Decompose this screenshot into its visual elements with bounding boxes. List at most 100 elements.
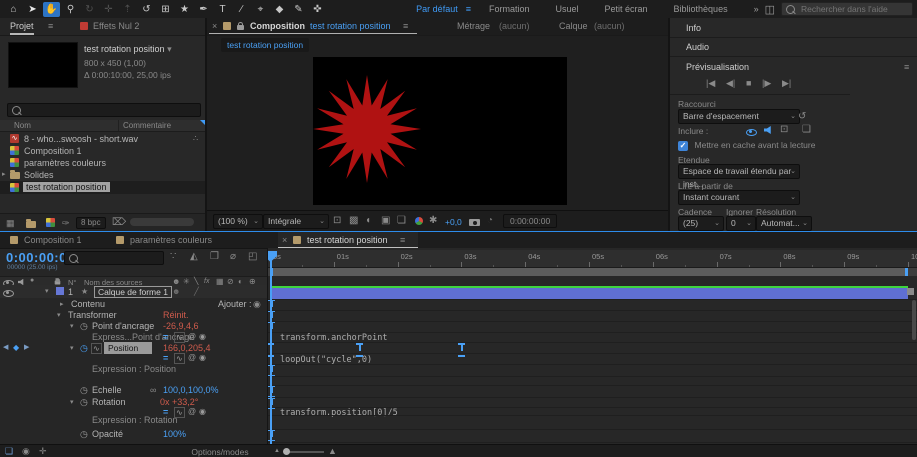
work-area-end-handle[interactable] [905, 268, 908, 276]
tab-projet[interactable]: Projet [10, 21, 34, 35]
layer-quality-icon[interactable]: ╱ [194, 287, 199, 296]
project-item-comp1[interactable]: Composition 1 [0, 145, 205, 157]
pan-behind-tool[interactable]: ⊞ [157, 2, 174, 17]
new-folder-icon[interactable] [26, 221, 36, 228]
shape-tool[interactable]: ★ [176, 2, 193, 17]
expression-rotation-label[interactable]: Expression : Rotation [92, 415, 178, 425]
transformer-label[interactable]: Transformer [68, 310, 117, 320]
timeline-zoom-track[interactable] [284, 451, 324, 453]
selection-tool[interactable]: ➤ [24, 2, 41, 17]
stopwatch-icon[interactable]: ◷ [80, 321, 88, 332]
layer-duration-bar[interactable] [270, 286, 908, 299]
tab-metrage[interactable]: Métrage [457, 21, 490, 31]
folder-expander-icon[interactable]: ▸ [2, 170, 6, 178]
time-ruler[interactable]: 0s01s02s03s04s05s06s07s08s09s10s [268, 250, 917, 268]
trash-icon[interactable]: ⌦ [112, 217, 126, 228]
frame-blend-icon[interactable]: ❐ [210, 251, 219, 262]
anchor-point-value[interactable]: -26,9,4,6 [163, 321, 199, 331]
layer-expander-icon[interactable]: ▾ [45, 287, 49, 295]
column-nom[interactable]: Nom [14, 121, 31, 130]
tab-close-icon[interactable]: × [282, 235, 287, 245]
timeline-tab-active[interactable]: × test rotation position ≡ [278, 232, 418, 248]
contenu-row[interactable]: ▸ Contenu Ajouter : ◉ [0, 299, 268, 310]
comp-marker-button[interactable] [907, 288, 914, 295]
composition-flowchart-icon[interactable]: ∵ [170, 251, 176, 262]
pick-whip-icon[interactable]: @ [188, 332, 196, 341]
zoom-out-mountain-icon[interactable]: ▲ [274, 448, 280, 454]
stopwatch-icon[interactable]: ◷ [80, 429, 88, 440]
workspace-menu-icon[interactable]: ≡ [466, 4, 471, 14]
clone-stamp-tool[interactable]: ⌖ [252, 2, 269, 17]
viewer-subtab[interactable]: test rotation position [221, 38, 309, 52]
prev-frame-button[interactable]: ◀| [726, 78, 735, 89]
opacite-label[interactable]: Opacité [92, 429, 123, 439]
brush-tool[interactable]: ∕ [233, 2, 250, 17]
frame-blending-toggle-icon[interactable]: ❏ [5, 446, 13, 457]
options-modes-toggle[interactable]: Options/modes [172, 447, 268, 457]
opacite-row[interactable]: ◷ Opacité 100% [0, 429, 268, 440]
composition-stage[interactable] [313, 57, 567, 205]
project-item-selected[interactable]: test rotation position [0, 181, 205, 194]
zoom-tool[interactable]: ⚲ [62, 2, 79, 17]
reinit-button[interactable]: Réinit. [163, 310, 189, 320]
project-search-field[interactable] [7, 103, 201, 117]
roto-brush-tool[interactable]: ✎ [290, 2, 307, 17]
expression-language-icon[interactable]: ◉ [199, 353, 206, 362]
contenu-expander-icon[interactable]: ▸ [60, 300, 64, 308]
rotation-tool[interactable]: ↺ [138, 2, 155, 17]
position-keyframe[interactable] [356, 343, 363, 357]
show-snapshot-icon[interactable]: ◔ [487, 215, 493, 226]
include-overlays-icon[interactable]: ⊡ [780, 124, 788, 135]
workspace-petit-ecran[interactable]: Petit écran [605, 4, 648, 14]
timeline-tab-composition1[interactable]: Composition 1 [24, 235, 82, 245]
include-audio-icon[interactable] [764, 126, 773, 134]
comp-name-caret-icon[interactable]: ▾ [167, 44, 172, 54]
echelle-value[interactable]: 100,0,100,0% [163, 385, 219, 395]
help-search[interactable] [781, 2, 913, 16]
type-tool[interactable]: T [214, 2, 231, 17]
column-divider[interactable] [118, 120, 119, 131]
project-item-label[interactable]: 8 - who...swoosh - short.wav [24, 134, 138, 144]
workspace-formation[interactable]: Formation [489, 4, 530, 14]
expression-enable-icon[interactable]: = [163, 353, 168, 363]
section-audio[interactable]: Audio [686, 42, 709, 52]
rotation-label[interactable]: Rotation [92, 397, 126, 407]
contenu-label[interactable]: Contenu [71, 299, 105, 309]
hand-tool[interactable]: ✋ [43, 2, 60, 17]
column-commentaire[interactable]: Commentaire [123, 121, 171, 130]
project-item-label[interactable]: Solides [24, 170, 54, 180]
motion-blur-toggle-icon[interactable]: ◉ [22, 446, 30, 457]
anchor-point-label[interactable]: Point d'ancrage [92, 321, 154, 331]
region-of-interest-icon[interactable]: ▣ [381, 215, 390, 226]
transformer-row[interactable]: ▾ Transformer Réinit. [0, 310, 268, 321]
cache-checkbox-row[interactable]: ✓ Mettre en cache avant la lecture [678, 140, 815, 151]
help-search-input[interactable] [799, 3, 903, 15]
eraser-tool[interactable]: ◆ [271, 2, 288, 17]
expression-position-row[interactable]: = ∿ @ ◉ [0, 353, 268, 364]
mask-visibility-icon[interactable]: ◖ [365, 215, 371, 226]
link-dimensions-icon[interactable]: ∞ [150, 385, 156, 395]
home-tool[interactable]: ⌂ [5, 2, 22, 17]
last-frame-button[interactable]: ▶| [782, 78, 791, 89]
viewer-timecode[interactable]: 0:00:00:00 [503, 214, 557, 228]
echelle-row[interactable]: ◷ Echelle ∞ 100,0,100,0% [0, 385, 268, 396]
ignorer-dropdown[interactable]: 0⌄ [726, 216, 756, 231]
raccourci-dropdown[interactable]: Barre d'espacement⌄ [678, 109, 800, 124]
project-item-label[interactable]: paramètres couleurs [24, 158, 106, 168]
project-item-label[interactable]: test rotation position [23, 182, 110, 192]
timeline-tab-parametres[interactable]: paramètres couleurs [130, 235, 212, 245]
position-value[interactable]: 166,0,205,4 [163, 343, 211, 353]
etendue-dropdown[interactable]: Espace de travail étendu par inst...⌄ [678, 164, 800, 179]
rotation-expression-text[interactable]: transform.position[0]/5 [280, 408, 398, 418]
expression-position-label[interactable]: Expression : Position [92, 364, 176, 374]
transformer-expander-icon[interactable]: ▾ [57, 311, 61, 319]
layer-row[interactable]: ▾ 1 ★ Calque de forme 1 ☻ ╱ [0, 285, 268, 298]
position-expander-icon[interactable]: ▾ [70, 344, 74, 352]
expression-graph-icon[interactable]: ∿ [174, 353, 185, 364]
lire-dropdown[interactable]: Instant courant⌄ [678, 190, 800, 205]
project-item-parametres[interactable]: paramètres couleurs [0, 157, 205, 169]
viewer-panel-menu-icon[interactable]: ≡ [403, 21, 408, 31]
timeline-search-field[interactable] [64, 251, 164, 265]
playhead-line[interactable] [270, 260, 272, 444]
reset-icon[interactable]: ↺ [798, 111, 806, 122]
